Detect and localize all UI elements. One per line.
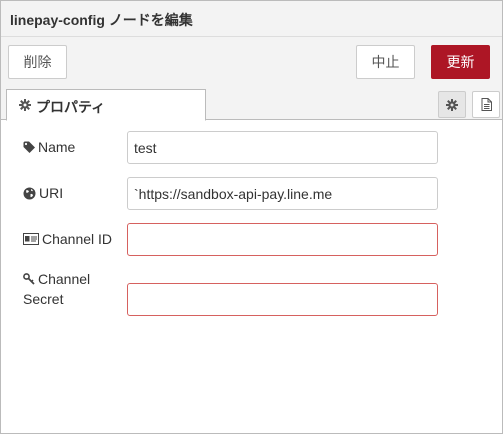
channel-id-input[interactable] <box>127 223 438 256</box>
gear-icon <box>446 98 458 111</box>
name-input[interactable] <box>127 131 438 164</box>
delete-button[interactable]: 削除 <box>8 45 67 79</box>
properties-panel: Name URI <box>1 121 502 433</box>
tag-icon <box>23 141 35 153</box>
channel-secret-input[interactable] <box>127 283 438 316</box>
channel-secret-label-second-line: Secret <box>23 289 63 309</box>
tabs-bar: プロパティ <box>1 87 502 121</box>
name-label-text: Name <box>38 139 76 155</box>
uri-label-text: URI <box>39 185 64 201</box>
globe-icon <box>23 187 36 200</box>
key-icon <box>23 273 35 285</box>
dialog-toolbar: 削除 中止 更新 <box>1 37 502 87</box>
update-button[interactable]: 更新 <box>431 45 490 79</box>
id-card-icon <box>23 233 39 245</box>
cancel-button[interactable]: 中止 <box>356 45 415 79</box>
settings-tab-button[interactable] <box>438 91 466 118</box>
uri-input[interactable] <box>127 177 438 210</box>
channel-secret-label-line2: Secret <box>23 291 64 307</box>
edit-dialog: linepay-config ノードを編集 削除 中止 更新 プロパティ Nam… <box>0 0 503 434</box>
description-tab-button[interactable] <box>472 91 500 118</box>
tab-properties[interactable]: プロパティ <box>6 89 206 121</box>
document-icon <box>481 98 492 111</box>
channel-secret-label: Channel <box>23 269 90 289</box>
channel-id-label-text: Channel ID <box>42 231 113 247</box>
dialog-title: linepay-config ノードを編集 <box>1 1 502 37</box>
gear-icon <box>19 99 31 111</box>
name-label: Name <box>23 137 75 157</box>
channel-secret-label-line1: Channel <box>38 271 91 287</box>
channel-id-label: Channel ID <box>23 229 112 249</box>
channel-secret-label-text: Channel <box>38 269 90 289</box>
tab-properties-label: プロパティ <box>36 99 106 115</box>
uri-label: URI <box>23 183 63 203</box>
